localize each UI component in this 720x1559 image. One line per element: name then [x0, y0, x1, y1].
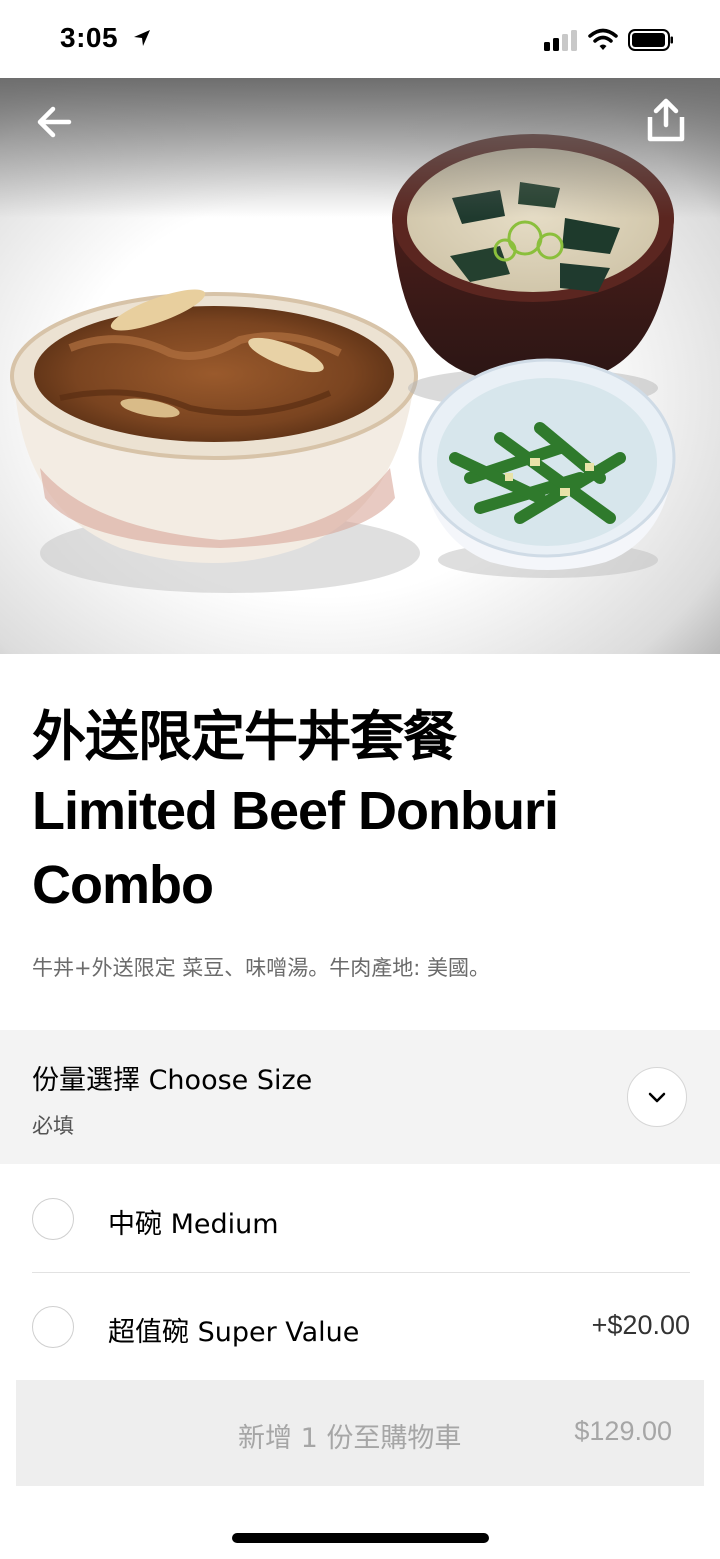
back-button[interactable] — [28, 96, 80, 148]
add-to-cart-button[interactable]: 新增 1 份至購物車 $129.00 — [16, 1380, 704, 1486]
arrow-left-icon — [37, 106, 72, 138]
size-option-group-header[interactable]: 份量選擇 Choose Size 必填 — [0, 1030, 720, 1164]
option-label: 中碗 Medium — [108, 1209, 279, 1240]
share-icon — [647, 98, 685, 142]
radio-button[interactable] — [32, 1306, 74, 1348]
wifi-icon — [588, 28, 618, 50]
home-indicator[interactable] — [232, 1533, 489, 1543]
size-option-super-value[interactable]: 超值碗 Super Value +$20.00 — [32, 1274, 690, 1380]
size-option-medium[interactable]: 中碗 Medium — [32, 1166, 690, 1273]
cellular-signal-icon — [544, 30, 577, 51]
add-to-cart-label: 新增 1 份至購物車 — [238, 1423, 462, 1454]
size-option-group-title: 份量選擇 Choose Size — [32, 1065, 313, 1096]
item-title-zh: 外送限定牛丼套餐 — [32, 707, 457, 767]
radio-button[interactable] — [32, 1198, 74, 1240]
item-title-en-line1: Limited Beef Donburi — [32, 781, 559, 841]
status-bar: 3:05 — [0, 0, 720, 78]
item-title-en-line2: Combo — [32, 855, 214, 915]
required-label: 必填 — [32, 1114, 74, 1138]
option-label: 超值碗 Super Value — [108, 1317, 360, 1348]
item-title: 外送限定牛丼套餐 Limited Beef Donburi Combo — [32, 700, 692, 922]
option-price: +$20.00 — [591, 1310, 690, 1340]
add-to-cart-price: $129.00 — [574, 1416, 672, 1446]
battery-icon — [628, 29, 673, 51]
location-arrow-icon — [134, 30, 150, 46]
status-time: 3:05 — [60, 22, 119, 53]
collapse-button[interactable] — [627, 1067, 687, 1127]
share-button[interactable] — [640, 92, 692, 148]
chevron-down-icon — [648, 1092, 666, 1103]
item-description: 牛丼+外送限定 菜豆、味噌湯。牛肉產地: 美國。 — [32, 956, 491, 980]
hero-top-shade — [0, 78, 720, 218]
item-hero-image — [0, 78, 720, 654]
